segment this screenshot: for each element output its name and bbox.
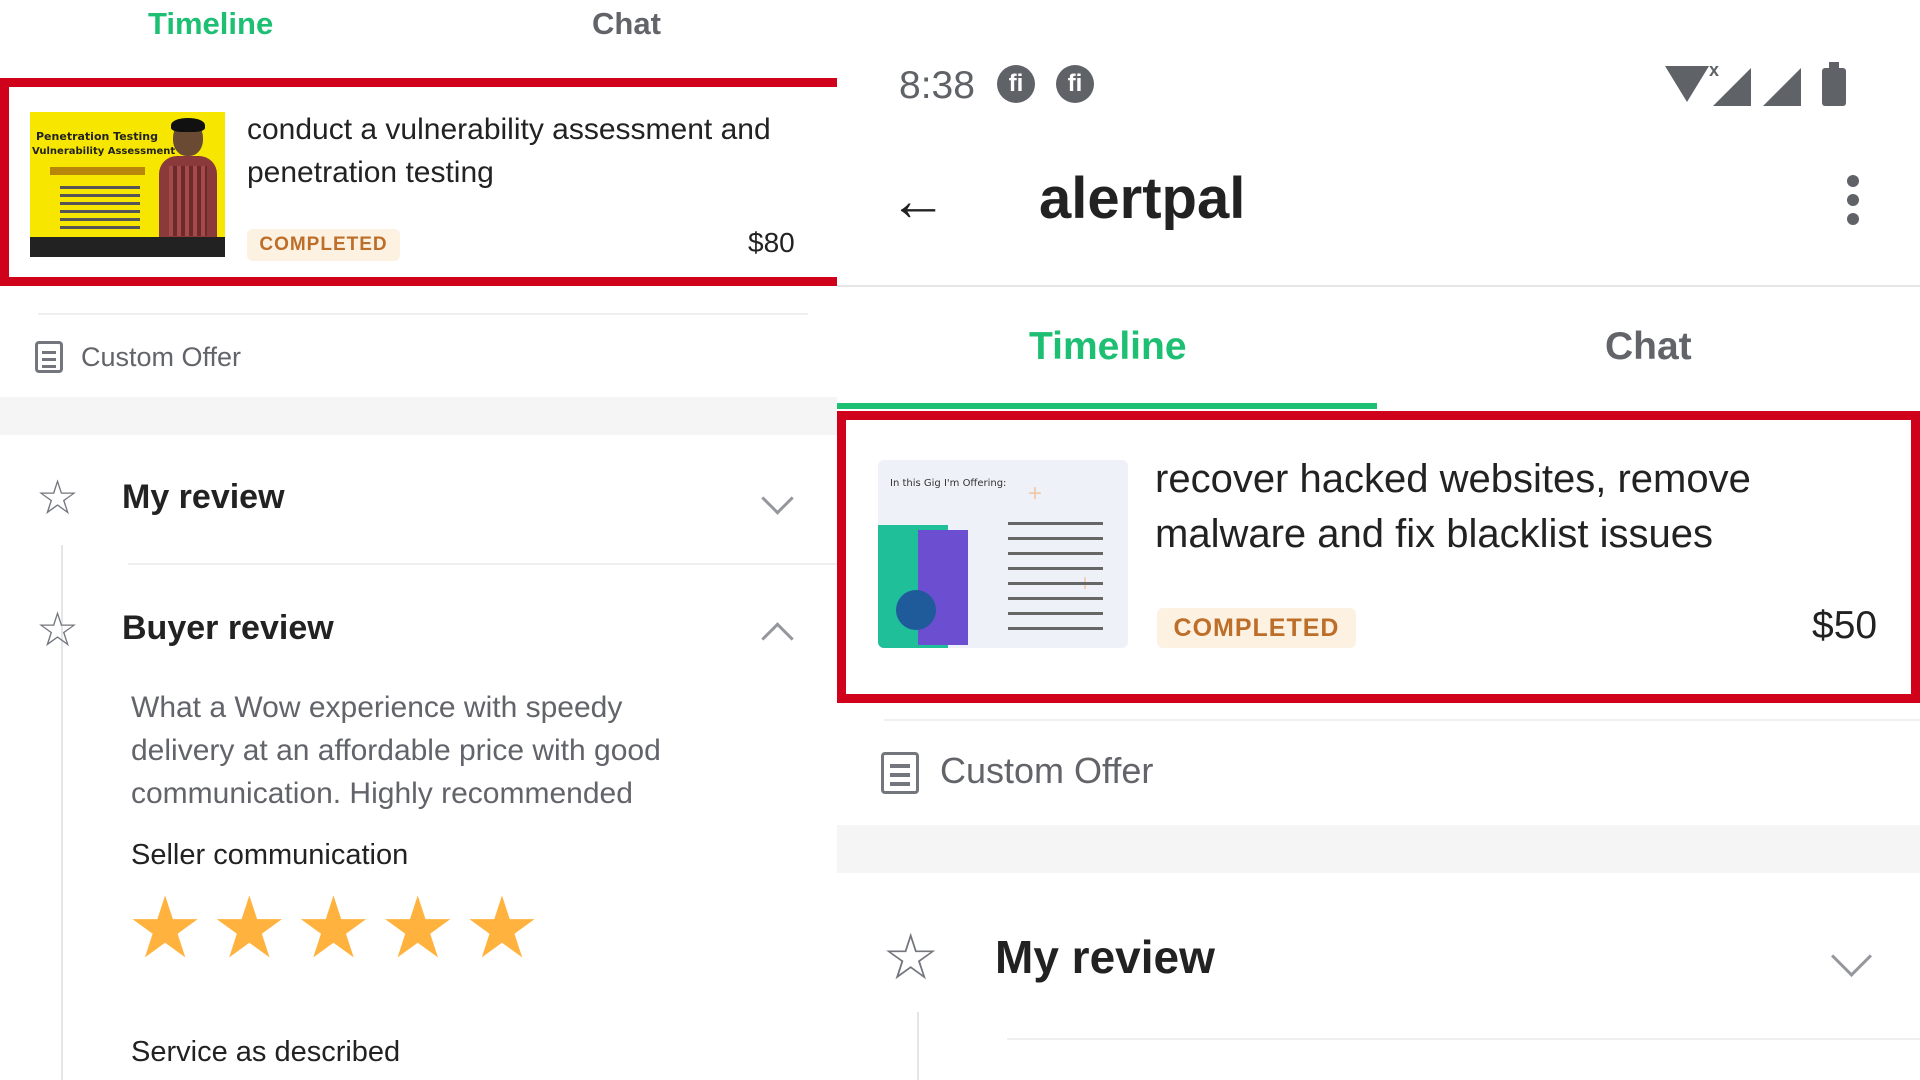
star-filled-icon: ★: [127, 881, 204, 976]
left-tab-bar: Timeline Chat: [0, 0, 837, 76]
right-screen: 8:38 fi fi x ← alertpal Timeline Chat In…: [837, 0, 1920, 1080]
chevron-down-icon[interactable]: [761, 482, 794, 515]
section-gap: [837, 825, 1920, 873]
left-screen: Timeline Chat Penetration Testing Vulner…: [0, 0, 837, 1080]
seller-communication-label: Seller communication: [131, 839, 409, 871]
status-time: 8:38: [899, 64, 975, 107]
divider: [884, 719, 1920, 721]
highlight-box: [0, 78, 837, 286]
tab-chat[interactable]: Chat: [592, 6, 661, 42]
arrow-left-icon[interactable]: ←: [889, 172, 947, 230]
tab-underline: [837, 403, 1377, 409]
star-outline-icon: ☆: [882, 921, 940, 993]
tab-timeline[interactable]: Timeline: [148, 6, 273, 42]
buyer-review-header[interactable]: Buyer review: [122, 609, 334, 648]
timeline-rail: [917, 1012, 919, 1080]
battery-icon: [1822, 62, 1846, 106]
custom-offer-doc-icon: [881, 752, 919, 794]
custom-offer-doc-icon: [35, 341, 63, 373]
custom-offer-label[interactable]: Custom Offer: [81, 342, 241, 373]
notification-icon: fi: [1056, 65, 1094, 103]
divider: [128, 563, 837, 565]
service-as-described-label: Service as described: [131, 1036, 401, 1068]
custom-offer-label[interactable]: Custom Offer: [940, 750, 1153, 792]
my-review-header[interactable]: My review: [122, 478, 285, 517]
notification-icon: fi: [997, 65, 1035, 103]
wifi-icon: [1665, 66, 1709, 102]
divider: [1007, 1038, 1920, 1040]
star-filled-icon: ★: [295, 881, 372, 976]
star-outline-icon: ☆: [36, 604, 80, 657]
right-tab-bar: Timeline Chat: [837, 285, 1920, 410]
star-filled-icon: ★: [379, 881, 456, 976]
section-gap: [0, 397, 837, 435]
tab-chat[interactable]: Chat: [1605, 325, 1692, 369]
tab-underline: [0, 72, 420, 76]
chevron-down-icon[interactable]: [1830, 935, 1873, 978]
signal-icon: [1763, 68, 1801, 106]
seller-communication-rating: ★★★★★: [127, 886, 548, 971]
star-outline-icon: ☆: [36, 472, 80, 525]
highlight-box: [837, 411, 1920, 703]
app-bar: ← alertpal: [837, 140, 1920, 287]
tab-timeline[interactable]: Timeline: [1029, 325, 1187, 369]
chevron-up-icon[interactable]: [761, 622, 794, 655]
page-title: alertpal: [1039, 166, 1246, 231]
screenshot-composite: Timeline Chat Penetration Testing Vulner…: [0, 0, 1920, 1080]
star-filled-icon: ★: [463, 881, 541, 976]
star-filled-icon: ★: [211, 881, 288, 976]
more-vertical-icon[interactable]: [1847, 175, 1859, 232]
divider: [38, 313, 808, 315]
signal-icon: [1713, 68, 1751, 106]
my-review-header[interactable]: My review: [995, 930, 1215, 984]
buyer-review-text: What a Wow experience with speedy delive…: [131, 691, 661, 810]
